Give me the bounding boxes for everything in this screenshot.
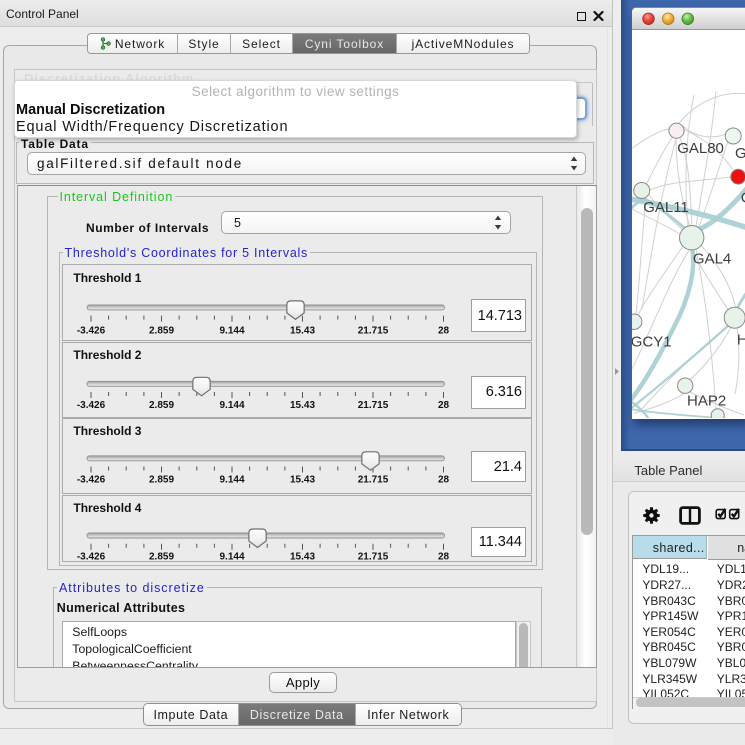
svg-text:GAL11: GAL11: [643, 199, 689, 216]
svg-text:HAP: HAP: [737, 332, 745, 349]
svg-text:2.859: 2.859: [148, 399, 173, 410]
svg-text:15.43: 15.43: [289, 552, 314, 562]
svg-text:2.859: 2.859: [148, 552, 173, 562]
svg-text:2.859: 2.859: [148, 325, 173, 336]
svg-text:15.43: 15.43: [289, 474, 314, 485]
svg-text:GAL80: GAL80: [677, 140, 724, 157]
svg-text:-3.426: -3.426: [76, 399, 105, 410]
svg-text:28: 28: [437, 399, 449, 410]
svg-text:21.715: 21.715: [357, 325, 388, 336]
svg-text:28: 28: [437, 325, 449, 336]
svg-text:-3.426: -3.426: [76, 552, 105, 562]
svg-text:-3.426: -3.426: [76, 474, 105, 485]
svg-text:28: 28: [437, 552, 449, 562]
svg-text:9.144: 9.144: [219, 474, 244, 485]
svg-text:2.859: 2.859: [148, 474, 173, 485]
svg-text:9.144: 9.144: [219, 399, 244, 410]
svg-text:CD: CD: [740, 190, 745, 207]
svg-text:GAL: GAL: [735, 145, 745, 162]
svg-text:28: 28: [437, 474, 449, 485]
svg-text:15.43: 15.43: [289, 399, 314, 410]
svg-text:-3.426: -3.426: [76, 325, 105, 336]
svg-text:HAP2: HAP2: [687, 393, 726, 410]
svg-text:GAL4: GAL4: [693, 251, 731, 268]
svg-text:GCY1: GCY1: [632, 334, 672, 351]
svg-text:21.715: 21.715: [357, 474, 388, 485]
svg-text:15.43: 15.43: [289, 325, 314, 336]
svg-text:9.144: 9.144: [219, 325, 244, 336]
svg-text:21.715: 21.715: [357, 552, 388, 562]
svg-text:9.144: 9.144: [219, 552, 244, 562]
svg-text:21.715: 21.715: [357, 399, 388, 410]
